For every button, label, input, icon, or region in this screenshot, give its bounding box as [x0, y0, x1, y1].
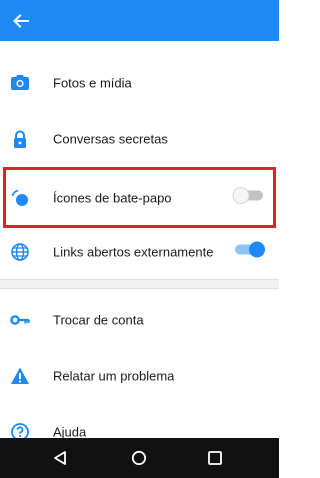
system-navigation-bar [0, 438, 279, 478]
lock-icon [10, 129, 30, 149]
settings-item-secret-conversations[interactable]: Conversas secretas [0, 111, 279, 167]
key-icon [10, 310, 30, 330]
settings-item-label: Conversas secretas [53, 131, 168, 147]
app-bar [0, 0, 279, 41]
settings-item-report-problem[interactable]: Relatar um problema [0, 348, 279, 404]
back-triangle-icon[interactable] [52, 450, 68, 471]
settings-item-switch-account[interactable]: Trocar de conta [0, 292, 279, 348]
highlight-frame [3, 167, 276, 228]
settings-item-label: Trocar de conta [53, 312, 144, 328]
camera-icon [10, 73, 30, 93]
settings-item-label: Fotos e mídia [53, 75, 132, 91]
recents-square-icon[interactable] [207, 450, 223, 471]
settings-item-photos-media[interactable]: Fotos e mídia [0, 55, 279, 111]
section-gap [0, 280, 279, 288]
settings-item-links-external[interactable]: Links abertos externamente [0, 224, 279, 280]
warning-icon [10, 366, 30, 386]
links-external-toggle[interactable] [233, 239, 267, 266]
arrow-left-icon [13, 14, 29, 28]
settings-item-label: Relatar um problema [53, 368, 175, 384]
home-circle-icon[interactable] [131, 450, 147, 471]
section-divider [0, 288, 279, 289]
back-button[interactable] [8, 8, 34, 34]
globe-icon [10, 242, 30, 262]
settings-item-label: Links abertos externamente [53, 244, 214, 260]
